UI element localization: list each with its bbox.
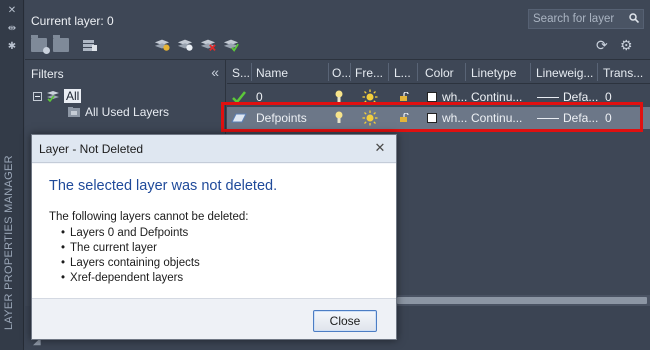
- column-lineweight[interactable]: Lineweig...: [536, 66, 593, 80]
- column-color[interactable]: Color: [425, 66, 454, 80]
- refresh-icon[interactable]: ⟳: [596, 37, 608, 53]
- lineweight-sample: [537, 97, 559, 98]
- tree-item-label: All: [64, 89, 82, 103]
- tree-item-all-used-layers[interactable]: All Used Layers: [67, 103, 169, 121]
- dialog-intro: The following layers cannot be deleted:: [49, 211, 249, 223]
- dialog-title: Layer - Not Deleted: [39, 142, 144, 156]
- dialog-titlebar[interactable]: Layer - Not Deleted ✕: [32, 135, 396, 163]
- toolbar: ⟳ ⚙: [25, 34, 650, 56]
- search-input[interactable]: Search for layer: [528, 9, 644, 29]
- current-layer-label: Current layer: 0: [31, 14, 114, 28]
- close-icon[interactable]: ✕: [6, 6, 18, 16]
- filters-title: Filters: [31, 67, 64, 81]
- new-layer-vp-frozen-icon[interactable]: [177, 38, 193, 52]
- new-property-filter-icon[interactable]: [31, 35, 50, 54]
- search-placeholder: Search for layer: [533, 13, 615, 25]
- column-status[interactable]: S...: [232, 66, 250, 80]
- layer-not-deleted-dialog: Layer - Not Deleted ✕ The selected layer…: [31, 134, 397, 340]
- layer-filter-icon: [47, 91, 59, 102]
- column-freeze[interactable]: Fre...: [355, 66, 383, 80]
- pin-icon[interactable]: ⇹: [6, 24, 18, 34]
- set-current-icon[interactable]: [223, 38, 239, 52]
- dialog-heading: The selected layer was not deleted.: [49, 178, 278, 194]
- collapse-filters-button[interactable]: «: [211, 64, 219, 80]
- column-lock[interactable]: L...: [394, 66, 411, 80]
- tree-item-label: All Used Layers: [85, 105, 170, 119]
- column-on[interactable]: O...: [332, 66, 351, 80]
- dialog-button-bar: Close: [32, 298, 396, 339]
- unlock-icon[interactable]: [399, 92, 409, 101]
- list-item: Layers 0 and Defpoints: [61, 226, 200, 241]
- layer-states-manager-icon[interactable]: [82, 38, 98, 52]
- list-item: Layers containing objects: [61, 256, 200, 271]
- scrollbar-thumb[interactable]: [397, 297, 647, 304]
- dialog-body: The selected layer was not deleted. The …: [32, 164, 396, 298]
- new-group-filter-icon[interactable]: [53, 35, 69, 52]
- column-transparency[interactable]: Trans...: [603, 66, 643, 80]
- selection-highlight: [221, 102, 643, 132]
- color-swatch[interactable]: [427, 92, 437, 102]
- column-header-row: S... Name O... Fre... L... Color Linetyp…: [227, 60, 650, 84]
- list-item: Xref-dependent layers: [61, 271, 200, 286]
- reasons-list: Layers 0 and Defpoints The current layer…: [61, 226, 200, 286]
- folder-filter-icon: [68, 107, 80, 117]
- collapse-toggle-icon[interactable]: [33, 91, 42, 101]
- column-name[interactable]: Name: [256, 66, 288, 80]
- properties-icon[interactable]: ✱: [6, 42, 18, 52]
- settings-icon[interactable]: ⚙: [620, 37, 633, 53]
- list-item: The current layer: [61, 241, 200, 256]
- search-icon: [629, 13, 639, 23]
- column-linetype[interactable]: Linetype: [471, 66, 516, 80]
- dialog-close-icon[interactable]: ✕: [370, 139, 390, 157]
- delete-layer-icon[interactable]: [200, 38, 216, 52]
- side-strip: ✕ ⇹ ✱ LAYER PROPERTIES MANAGER: [0, 0, 24, 350]
- new-layer-icon[interactable]: [154, 38, 170, 52]
- close-button[interactable]: Close: [313, 310, 377, 332]
- palette-title: LAYER PROPERTIES MANAGER: [3, 155, 15, 330]
